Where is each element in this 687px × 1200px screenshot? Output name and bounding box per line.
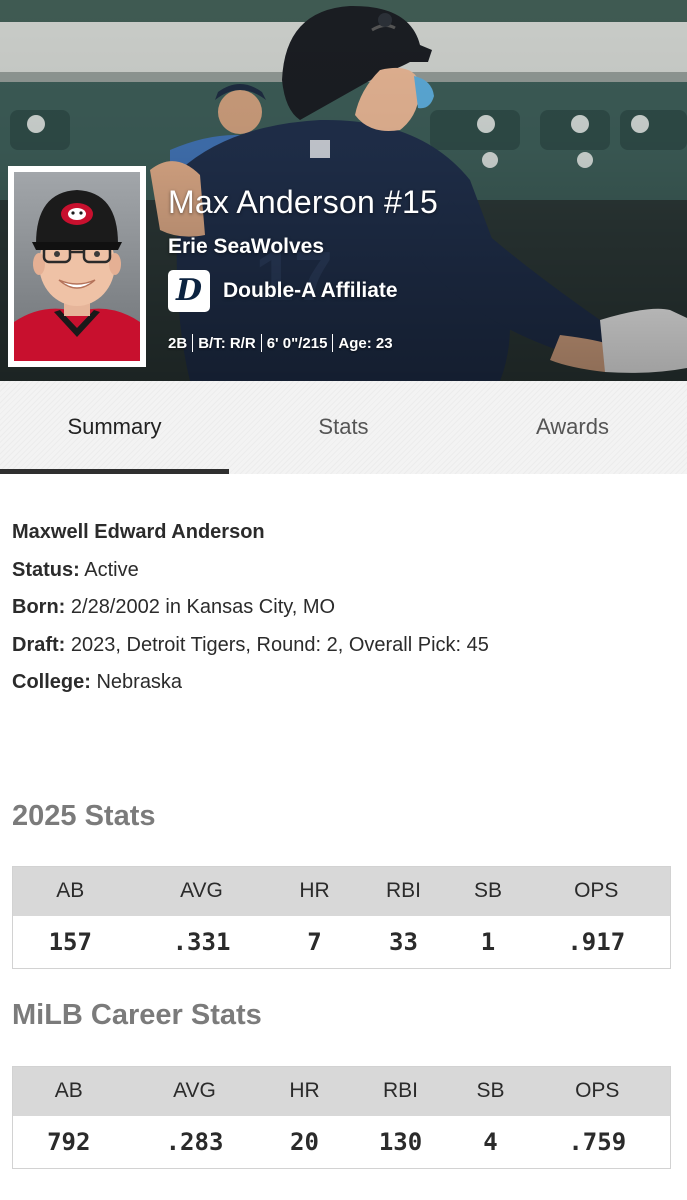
column-header-rbi: RBI: [344, 1066, 457, 1116]
stat-ab: 792: [12, 1115, 125, 1169]
stat-hr: 7: [275, 915, 354, 969]
tab-stats[interactable]: Stats: [229, 381, 458, 474]
affiliate-label: Double-A Affiliate: [223, 279, 398, 302]
stat-sb: 1: [453, 915, 523, 969]
age: Age: 23: [338, 334, 393, 352]
stat-ab: 157: [12, 915, 128, 969]
stat-sb: 4: [456, 1115, 525, 1169]
born-row: Born: 2/28/2002 in Kansas City, MO: [12, 589, 672, 627]
status-value: Active: [79, 558, 139, 581]
stat-ops: .759: [524, 1115, 671, 1169]
season-stats-title: 2025 Stats: [12, 800, 156, 832]
college-value: Nebraska: [90, 671, 183, 693]
full-name: Maxwell Edward Anderson: [12, 521, 265, 543]
column-header-avg: AVG: [124, 1066, 265, 1116]
college-row: College: Nebraska: [12, 664, 672, 702]
position: 2B: [168, 334, 188, 352]
column-header-ops: OPS: [524, 1066, 671, 1116]
player-headshot[interactable]: [8, 166, 146, 367]
bats-throws: B/T: R/R: [198, 334, 256, 352]
column-header-ops: OPS: [522, 866, 671, 916]
bio-divider: [192, 334, 194, 352]
player-name: Max Anderson #15: [168, 184, 439, 220]
draft-row: Draft: 2023, Detroit Tigers, Round: 2, O…: [12, 627, 672, 665]
column-header-rbi: RBI: [353, 866, 454, 916]
status-label: Status:: [12, 558, 80, 581]
player-hero: 17: [0, 0, 687, 381]
stat-avg: .283: [124, 1115, 265, 1169]
team-name[interactable]: Erie SeaWolves: [168, 235, 324, 259]
status-row: Status: Active: [12, 552, 672, 590]
column-header-sb: SB: [453, 866, 523, 916]
tab-summary[interactable]: Summary: [0, 381, 229, 474]
affiliate-logo-letter: D: [175, 273, 202, 308]
stat-ops: .917: [522, 915, 671, 969]
stat-hr: 20: [264, 1115, 345, 1169]
column-header-hr: HR: [275, 866, 354, 916]
affiliate-row[interactable]: D Double-A Affiliate: [168, 270, 398, 312]
draft-value: 2023, Detroit Tigers, Round: 2, Overall …: [65, 633, 489, 656]
career-stats-table: AB AVG HR RBI SB OPS 792 .283 20 130 4 .…: [12, 1066, 671, 1169]
bio-line: 2B B/T: R/R 6' 0"/215 Age: 23: [168, 334, 393, 352]
player-summary: Maxwell Edward Anderson Status: Active B…: [12, 514, 672, 702]
bio-divider: [260, 334, 262, 352]
column-header-hr: HR: [264, 1066, 345, 1116]
table-header-row: AB AVG HR RBI SB OPS: [12, 866, 671, 916]
column-header-sb: SB: [456, 1066, 525, 1116]
stat-rbi: 33: [353, 915, 454, 969]
college-label: College:: [12, 671, 91, 693]
season-stats-table: AB AVG HR RBI SB OPS 157 .331 7 33 1 .91…: [12, 866, 671, 969]
born-value: 2/28/2002 in Kansas City, MO: [65, 596, 336, 618]
column-header-avg: AVG: [127, 866, 276, 916]
column-header-ab: AB: [12, 866, 128, 916]
column-header-ab: AB: [12, 1066, 125, 1116]
bio-divider: [332, 334, 334, 352]
tab-awards[interactable]: Awards: [458, 381, 687, 474]
table-row: 792 .283 20 130 4 .759: [12, 1115, 671, 1169]
stat-avg: .331: [127, 915, 276, 969]
table-header-row: AB AVG HR RBI SB OPS: [12, 1066, 671, 1116]
stat-rbi: 130: [344, 1115, 457, 1169]
tab-bar: Summary Stats Awards: [0, 381, 687, 474]
born-label: Born:: [12, 596, 66, 618]
tigers-d-logo-icon: D: [168, 270, 210, 312]
draft-label: Draft:: [12, 633, 66, 656]
headshot-image: [14, 172, 140, 361]
table-row: 157 .331 7 33 1 .917: [12, 915, 671, 969]
height-weight: 6' 0"/215: [266, 334, 328, 352]
career-stats-title: MiLB Career Stats: [12, 999, 262, 1031]
